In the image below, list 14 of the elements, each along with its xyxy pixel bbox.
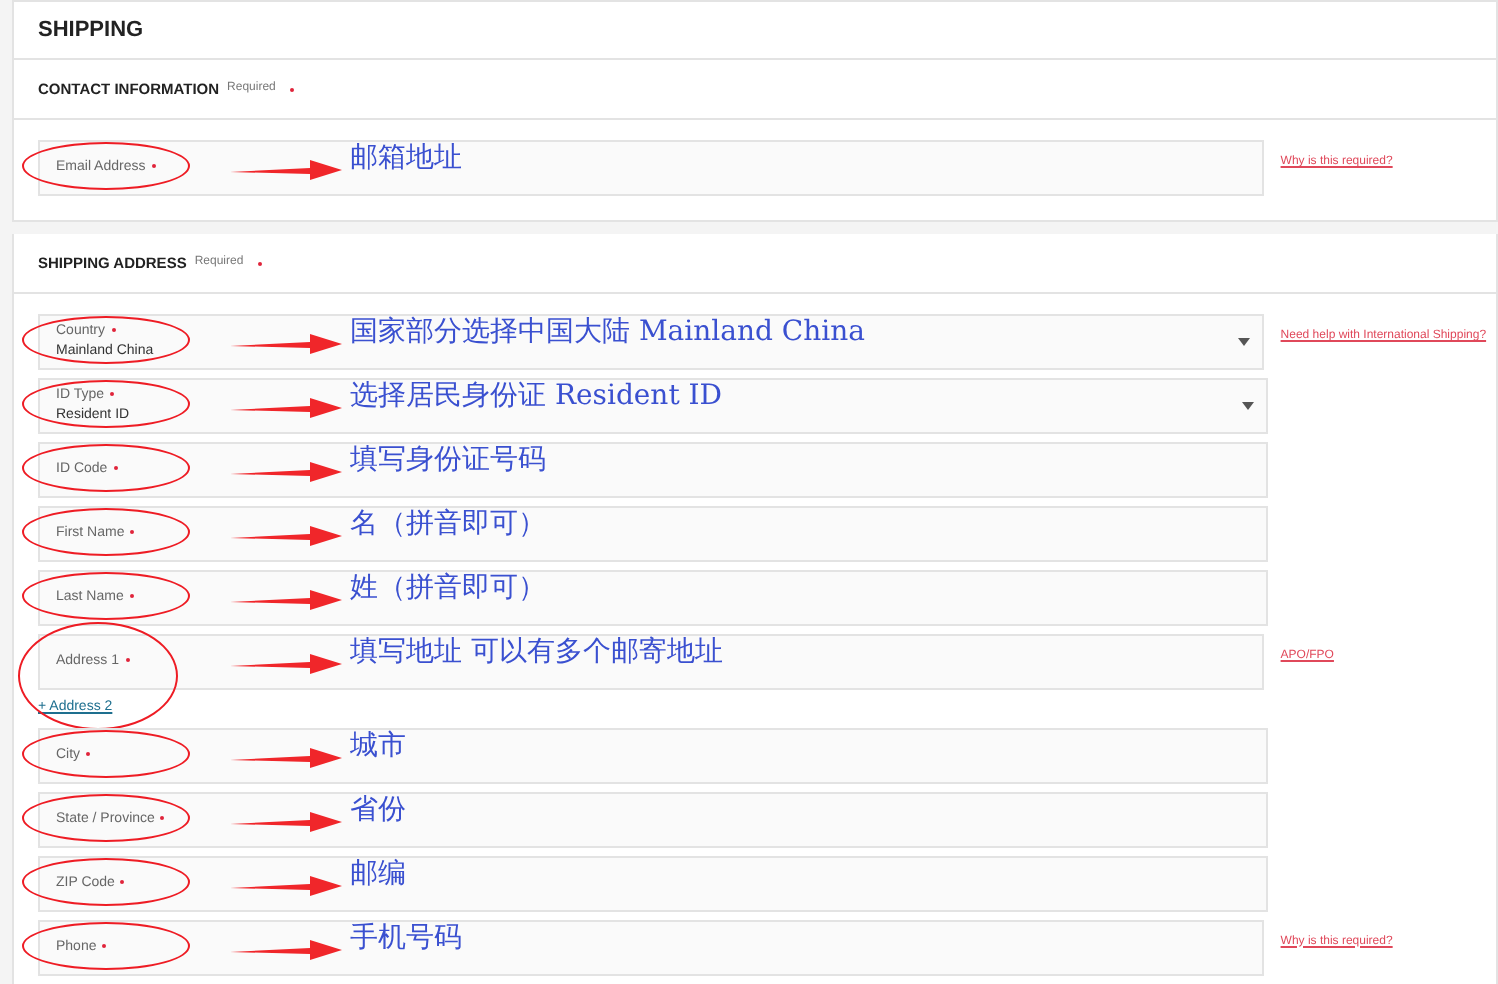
annotation-note: 选择居民身份证 Resident ID: [350, 378, 723, 414]
annotation-note: 手机号码: [350, 919, 462, 955]
annotation-note: 省份: [350, 791, 406, 827]
annotation-note: 城市: [350, 727, 406, 763]
annotation-note: 邮箱地址: [350, 140, 462, 176]
page-title: SHIPPING: [38, 15, 144, 46]
annotation-note: 填写身份证号码: [350, 442, 546, 478]
dropdown-caret-icon: [1238, 338, 1251, 346]
dropdown-caret-icon: [1242, 402, 1254, 410]
annotation-note: 姓（拼音即可）: [350, 570, 546, 606]
annotation-note: 邮编: [350, 855, 406, 891]
annotation-note: 名（拼音即可）: [350, 506, 546, 542]
annotation-note: 填写地址 可以有多个邮寄地址: [350, 634, 723, 670]
annotation-note: 国家部分选择中国大陆 Mainland China: [350, 314, 865, 350]
